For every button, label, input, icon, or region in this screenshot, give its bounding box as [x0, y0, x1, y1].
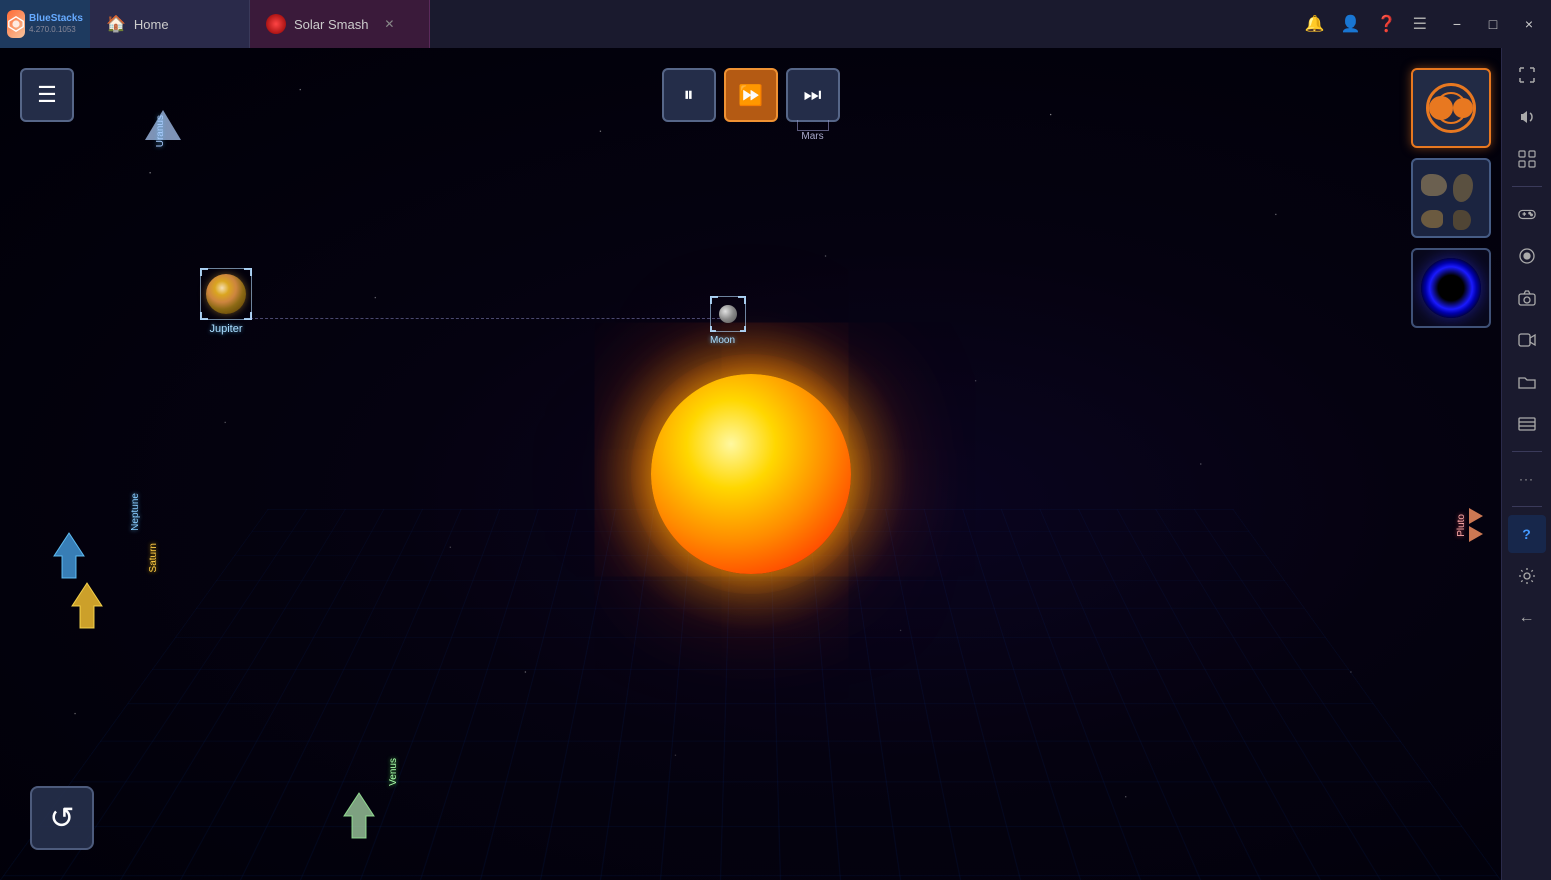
blackhole-icon	[1421, 258, 1481, 318]
minimize-button[interactable]: −	[1443, 10, 1471, 38]
neptune-arrow-icon	[50, 528, 88, 583]
asteroid-rock-2	[1453, 174, 1473, 202]
saturn-label: Saturn	[148, 543, 159, 572]
moon-planet	[719, 305, 737, 323]
maximize-button[interactable]: □	[1479, 10, 1507, 38]
corner-tl	[200, 268, 208, 276]
sidebar-divider-1	[1512, 186, 1542, 187]
sidebar-divider-2	[1512, 451, 1542, 452]
neptune-indicator[interactable]: Neptune	[50, 528, 141, 583]
pluto-label: Pluto	[1456, 514, 1467, 537]
window-controls: − □ ×	[1443, 10, 1551, 38]
solar-smash-tab[interactable]: Solar Smash ✕	[250, 0, 430, 48]
pluto-indicator[interactable]: Pluto	[1456, 508, 1483, 542]
home-tab-label: Home	[134, 17, 169, 32]
weapon-center	[1453, 98, 1473, 118]
sun[interactable]	[651, 374, 851, 574]
asteroid-rock-1	[1421, 174, 1447, 196]
jupiter-container[interactable]: Jupiter	[200, 268, 252, 335]
video-button[interactable]	[1508, 321, 1546, 359]
sun-body	[651, 374, 851, 574]
skip-button[interactable]: ⏭ Mars	[786, 68, 840, 122]
tab-close-icon[interactable]: ✕	[384, 17, 394, 31]
asteroids-panel-button[interactable]	[1411, 158, 1491, 238]
neptune-label: Neptune	[130, 493, 141, 531]
menu-button[interactable]: ☰	[20, 68, 74, 122]
settings-button[interactable]	[1508, 557, 1546, 595]
home-icon: 🏠	[106, 14, 126, 34]
moon-corner-bl	[710, 326, 716, 332]
volume-button[interactable]	[1508, 98, 1546, 136]
venus-label: Venus	[388, 758, 399, 786]
screenshot-button[interactable]	[1508, 279, 1546, 317]
help-titlebar-icon[interactable]: ❓	[1377, 14, 1397, 34]
home-tab[interactable]: 🏠 Home	[90, 0, 250, 48]
gamepad-button[interactable]	[1508, 195, 1546, 233]
help-button[interactable]: ?	[1508, 515, 1546, 553]
solar-tab-label: Solar Smash	[294, 17, 368, 32]
layers-button[interactable]	[1508, 405, 1546, 443]
sidebar-divider-3	[1512, 506, 1542, 507]
back-button[interactable]: ←	[1508, 599, 1546, 637]
venus-arrow-icon	[340, 788, 378, 843]
close-button[interactable]: ×	[1515, 10, 1543, 38]
moon-label: Moon	[710, 335, 746, 346]
fast-forward-button[interactable]: ⏩	[724, 68, 778, 122]
notification-icon[interactable]: 🔔	[1305, 14, 1325, 34]
bluestacks-logo: BlueStacks 4.270.0.1053	[0, 0, 90, 48]
jupiter-label: Jupiter	[209, 323, 242, 335]
moon-corner-br	[740, 326, 746, 332]
record-button[interactable]	[1508, 237, 1546, 275]
folder-button[interactable]	[1508, 363, 1546, 401]
game-panel	[1411, 68, 1491, 328]
moon-container[interactable]: Moon	[710, 296, 746, 346]
pluto-chevron-1	[1469, 508, 1483, 524]
menu-icon: ☰	[37, 82, 57, 108]
bluestacks-text: BlueStacks 4.270.0.1053	[29, 13, 83, 35]
blackhole-panel-button[interactable]	[1411, 248, 1491, 328]
asteroid-rock-3	[1421, 210, 1443, 228]
solar-tab-icon	[266, 14, 286, 34]
trajectory-line	[250, 318, 720, 319]
fast-forward-icon: ⏩	[738, 83, 763, 108]
account-icon[interactable]: 👤	[1341, 14, 1361, 34]
menu-titlebar-icon[interactable]: ☰	[1413, 14, 1427, 34]
pause-button[interactable]: ⏸	[662, 68, 716, 122]
pluto-chevron-2	[1469, 526, 1483, 542]
right-sidebar: ··· ? ←	[1501, 48, 1551, 880]
corner-bl	[200, 312, 208, 320]
bluestacks-icon	[7, 10, 25, 38]
venus-indicator[interactable]: Venus	[340, 788, 399, 843]
game-controls: ⏸ ⏩ ⏭ Mars	[662, 68, 840, 122]
uranus-label: Uranus	[155, 115, 166, 147]
moon-selection-box	[710, 296, 746, 332]
pluto-arrow-icon	[1469, 508, 1483, 542]
mars-indicator: Mars	[797, 120, 829, 142]
more-button[interactable]: ···	[1508, 460, 1546, 498]
uranus-indicator[interactable]: Uranus	[145, 110, 181, 147]
titlebar: BlueStacks 4.270.0.1053 🏠 Home Solar Sma…	[0, 0, 1551, 48]
skip-icon: ⏭	[804, 84, 822, 107]
refresh-button[interactable]: ↺	[30, 786, 94, 850]
saturn-arrow-icon	[68, 578, 106, 633]
asteroid-rock-4	[1453, 210, 1471, 230]
fullscreen-button[interactable]	[1508, 56, 1546, 94]
pause-icon: ⏸	[684, 84, 694, 107]
corner-tr	[244, 268, 252, 276]
mars-label: Mars	[801, 131, 823, 142]
jupiter-selection-box	[200, 268, 252, 320]
jupiter-planet	[206, 274, 246, 314]
game-area[interactable]: ☰ Uranus ⏸ ⏩ ⏭ Mars Jupiter	[0, 48, 1501, 880]
refresh-icon: ↺	[49, 801, 74, 836]
weapons-panel-button[interactable]	[1411, 68, 1491, 148]
saturn-indicator[interactable]: Saturn	[68, 578, 159, 633]
grid-button[interactable]	[1508, 140, 1546, 178]
titlebar-icons: 🔔 👤 ❓ ☰	[1305, 14, 1443, 34]
weapons-icon	[1426, 83, 1476, 133]
